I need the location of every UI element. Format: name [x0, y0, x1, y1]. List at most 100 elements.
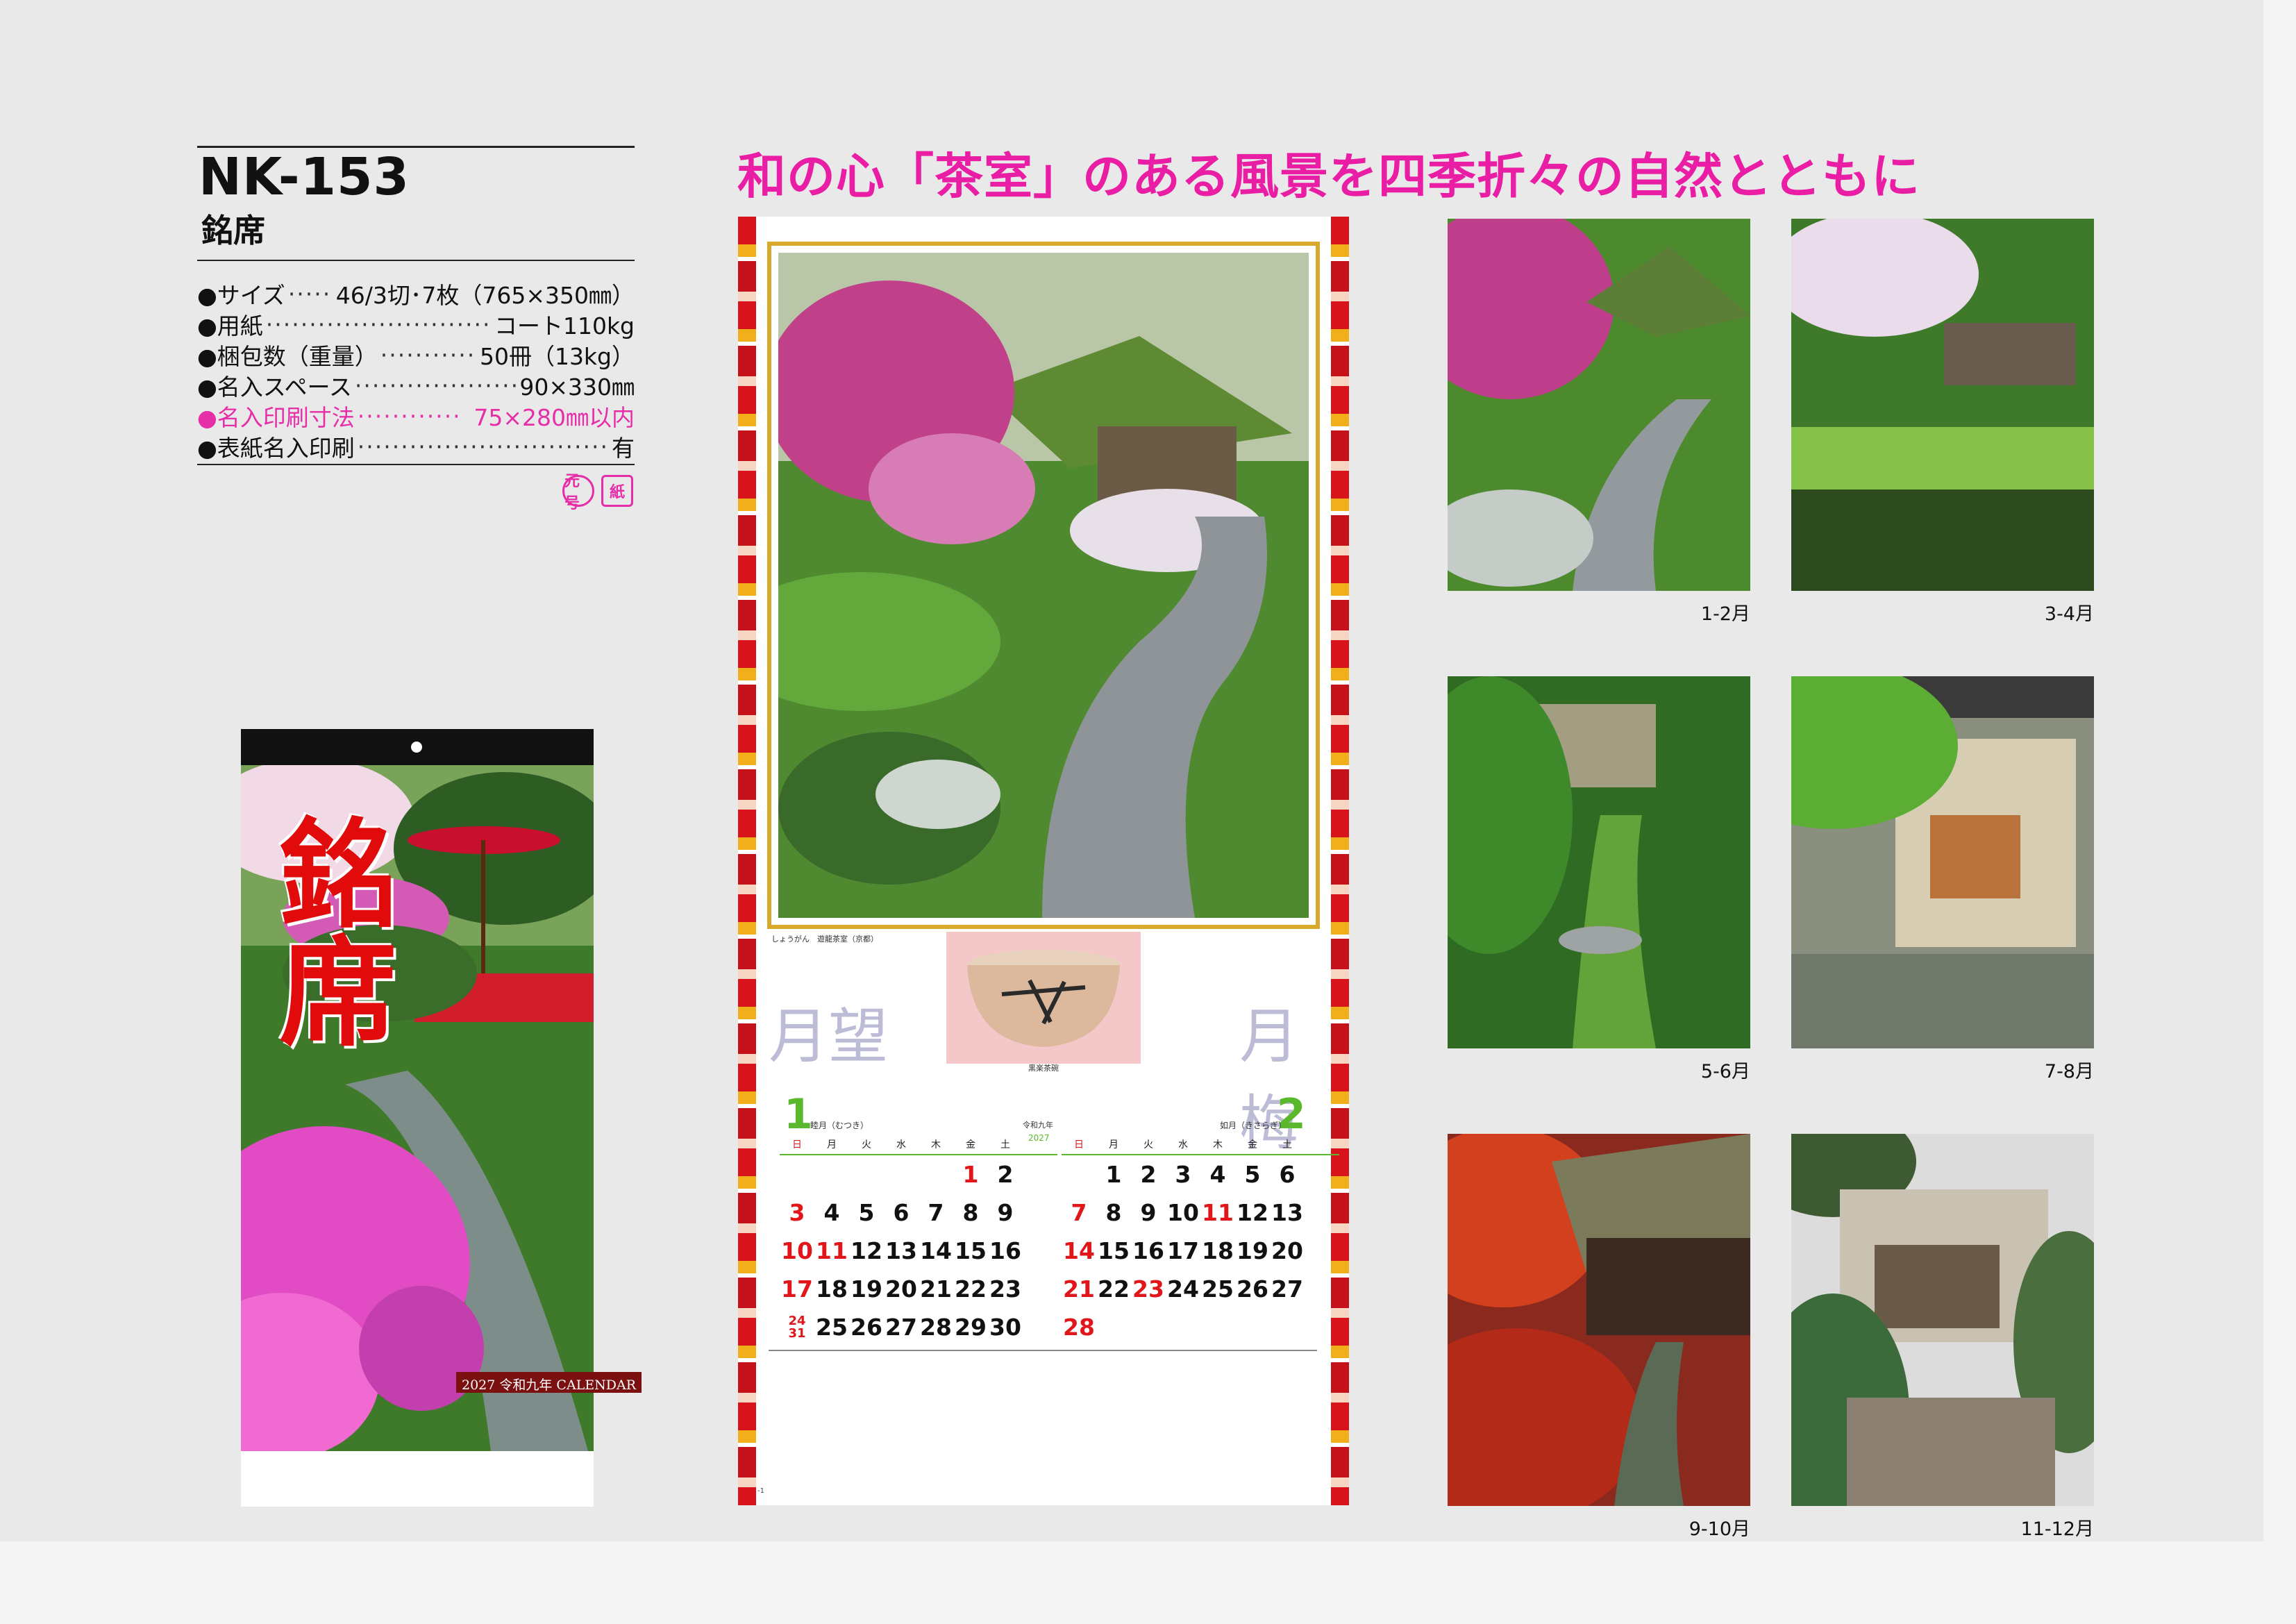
spec-row-size: ●サイズ ········· 46/3切･7枚（765×350㎜）	[197, 279, 635, 310]
weekday-header: 日月火水木金土	[1062, 1137, 1339, 1155]
weekday-label: 水	[896, 1139, 906, 1150]
month-grid-february: 日月火水木金土 1 2 3 4 5 6 7 8 9 10 11 12 13 14 15 16 17 18 19 20 21…	[1062, 1137, 1339, 1346]
week-row: 28	[1062, 1308, 1339, 1346]
day-cell: 14	[1063, 1237, 1095, 1264]
page-mark: -1	[757, 1487, 764, 1495]
spec-value: 46/3切･7枚（765×350㎜）	[335, 282, 635, 309]
spec-value: 50冊（13kg）	[479, 343, 635, 370]
weekday-label: 日	[792, 1139, 802, 1150]
month-number: 2	[1277, 1090, 1306, 1139]
day-cell: 19	[1237, 1237, 1268, 1264]
day-cell: 12	[850, 1237, 882, 1264]
day-cell: 15	[1098, 1237, 1130, 1264]
thumbnail-mar-apr	[1791, 219, 2094, 591]
day-cell: 28	[1063, 1314, 1095, 1341]
thumbnail-may-jun	[1448, 676, 1750, 1048]
weekday-label: 土	[1282, 1139, 1292, 1150]
weekday-label: 木	[931, 1139, 941, 1150]
day-cell: 13	[1271, 1199, 1303, 1226]
cover-title: 銘席	[258, 812, 397, 1048]
weekday-label: 火	[1143, 1139, 1153, 1150]
spec-value: 有	[612, 435, 635, 462]
calligraphy-left: 月望	[769, 1002, 888, 1071]
spec-value: 90×330㎜	[519, 374, 635, 401]
day-cell: 11	[1202, 1199, 1234, 1226]
day-cell: 27	[1271, 1275, 1303, 1303]
day-cell: 9	[1140, 1199, 1157, 1226]
spec-leader: ·································	[357, 433, 609, 460]
spec-value: コート110kg	[494, 312, 635, 340]
thumbnail-label: 5-6月	[1700, 1061, 1750, 1082]
day-cell: 13	[885, 1237, 917, 1264]
day-cell: 22	[1098, 1275, 1130, 1303]
thumbnail-label: 1-2月	[1700, 603, 1750, 625]
day-cell: 16	[989, 1237, 1021, 1264]
day-cell: 27	[885, 1314, 917, 1341]
day-cell: 26	[1237, 1275, 1268, 1303]
era-label: 令和九年	[1023, 1121, 1053, 1130]
day-cell: 6	[1279, 1161, 1296, 1188]
day-cell: 3	[789, 1199, 805, 1226]
day-cell: 19	[850, 1275, 882, 1303]
day-cell: 18	[816, 1275, 848, 1303]
day-cell: 30	[989, 1314, 1021, 1341]
month-name: 如月（きさらぎ）	[1220, 1121, 1287, 1130]
product-code: NK-153	[199, 147, 410, 207]
era-name-badge: 元号	[562, 473, 594, 512]
day-cell: 15	[955, 1237, 987, 1264]
spec-rule-top	[197, 260, 635, 261]
weekday-header: 日月火水木金土	[780, 1137, 1057, 1155]
day-cell: 12	[1237, 1199, 1268, 1226]
day-cell: 17	[781, 1275, 813, 1303]
week-row: 12	[780, 1155, 1057, 1194]
spec-leader: ·······························	[265, 310, 492, 338]
tea-bowl-icon	[967, 950, 1120, 1047]
month-grid-january: 日月火水木金土 1 2 3 4 5 6 7 8 9 10 11 12 13 14 15 16 17 18 19 20 21…	[780, 1137, 1057, 1346]
thumbnail-jan-feb	[1448, 219, 1750, 591]
day-cell: 7	[928, 1199, 944, 1226]
day-cell: 20	[885, 1275, 917, 1303]
day-cell: 25	[816, 1314, 848, 1341]
day-cell: 21	[1063, 1275, 1095, 1303]
paper-badge: 紙	[601, 475, 633, 507]
spec-leader: ············	[357, 402, 462, 430]
day-cell: 4	[823, 1199, 840, 1226]
week-row: 10 11 12 13 14 15 16	[780, 1232, 1057, 1270]
spec-leader: ·····················	[354, 371, 517, 399]
week-row: 17 18 19 20 21 22 23	[780, 1270, 1057, 1308]
spec-value: 75×280㎜以内	[474, 404, 635, 431]
day-cell: 24 31	[788, 1313, 806, 1341]
day-cell: 4	[1209, 1161, 1226, 1188]
day-cell: 9	[997, 1199, 1014, 1226]
weekday-label: 月	[1109, 1139, 1118, 1150]
spec-row-paper: ●用紙 ······························· コート1…	[197, 310, 635, 340]
day-cell: 8	[962, 1199, 979, 1226]
headline: 和の心「茶室」のある風景を四季折々の自然とともに	[737, 148, 1920, 205]
day-cell: 1	[1105, 1161, 1122, 1188]
week-row: 123456	[1062, 1155, 1339, 1194]
spec-label: ●名入スペース	[197, 374, 352, 401]
day-cell: 17	[1167, 1237, 1199, 1264]
weekday-label: 木	[1213, 1139, 1223, 1150]
day-cell: 3	[1175, 1161, 1191, 1188]
spec-row-name-space: ●名入スペース ····················· 90×330㎜	[197, 371, 635, 401]
day-cell: 6	[893, 1199, 910, 1226]
day-cell: 5	[858, 1199, 875, 1226]
weekday-label: 金	[1248, 1139, 1257, 1150]
day-cell: 7	[1071, 1199, 1087, 1226]
day-cell: 26	[850, 1314, 882, 1341]
weekday-label: 土	[1000, 1139, 1010, 1150]
thumbnail-sep-oct	[1448, 1134, 1750, 1506]
day-cell: 23	[989, 1275, 1021, 1303]
day-cell: 25	[1202, 1275, 1234, 1303]
weekday-label: 火	[862, 1139, 871, 1150]
thumbnail-label: 11-12月	[2020, 1518, 2094, 1540]
week-row: 14 15 16 17 18 19 20	[1062, 1232, 1339, 1270]
day-cell: 5	[1244, 1161, 1261, 1188]
day-cell: 21	[920, 1275, 952, 1303]
spec-label: ●表紙名入印刷	[197, 435, 355, 462]
day-cell: 11	[816, 1237, 848, 1264]
week-row: 7 8 9 10 11 12 13	[1062, 1194, 1339, 1232]
day-cell: 2	[1140, 1161, 1157, 1188]
hanging-hole	[411, 742, 422, 753]
